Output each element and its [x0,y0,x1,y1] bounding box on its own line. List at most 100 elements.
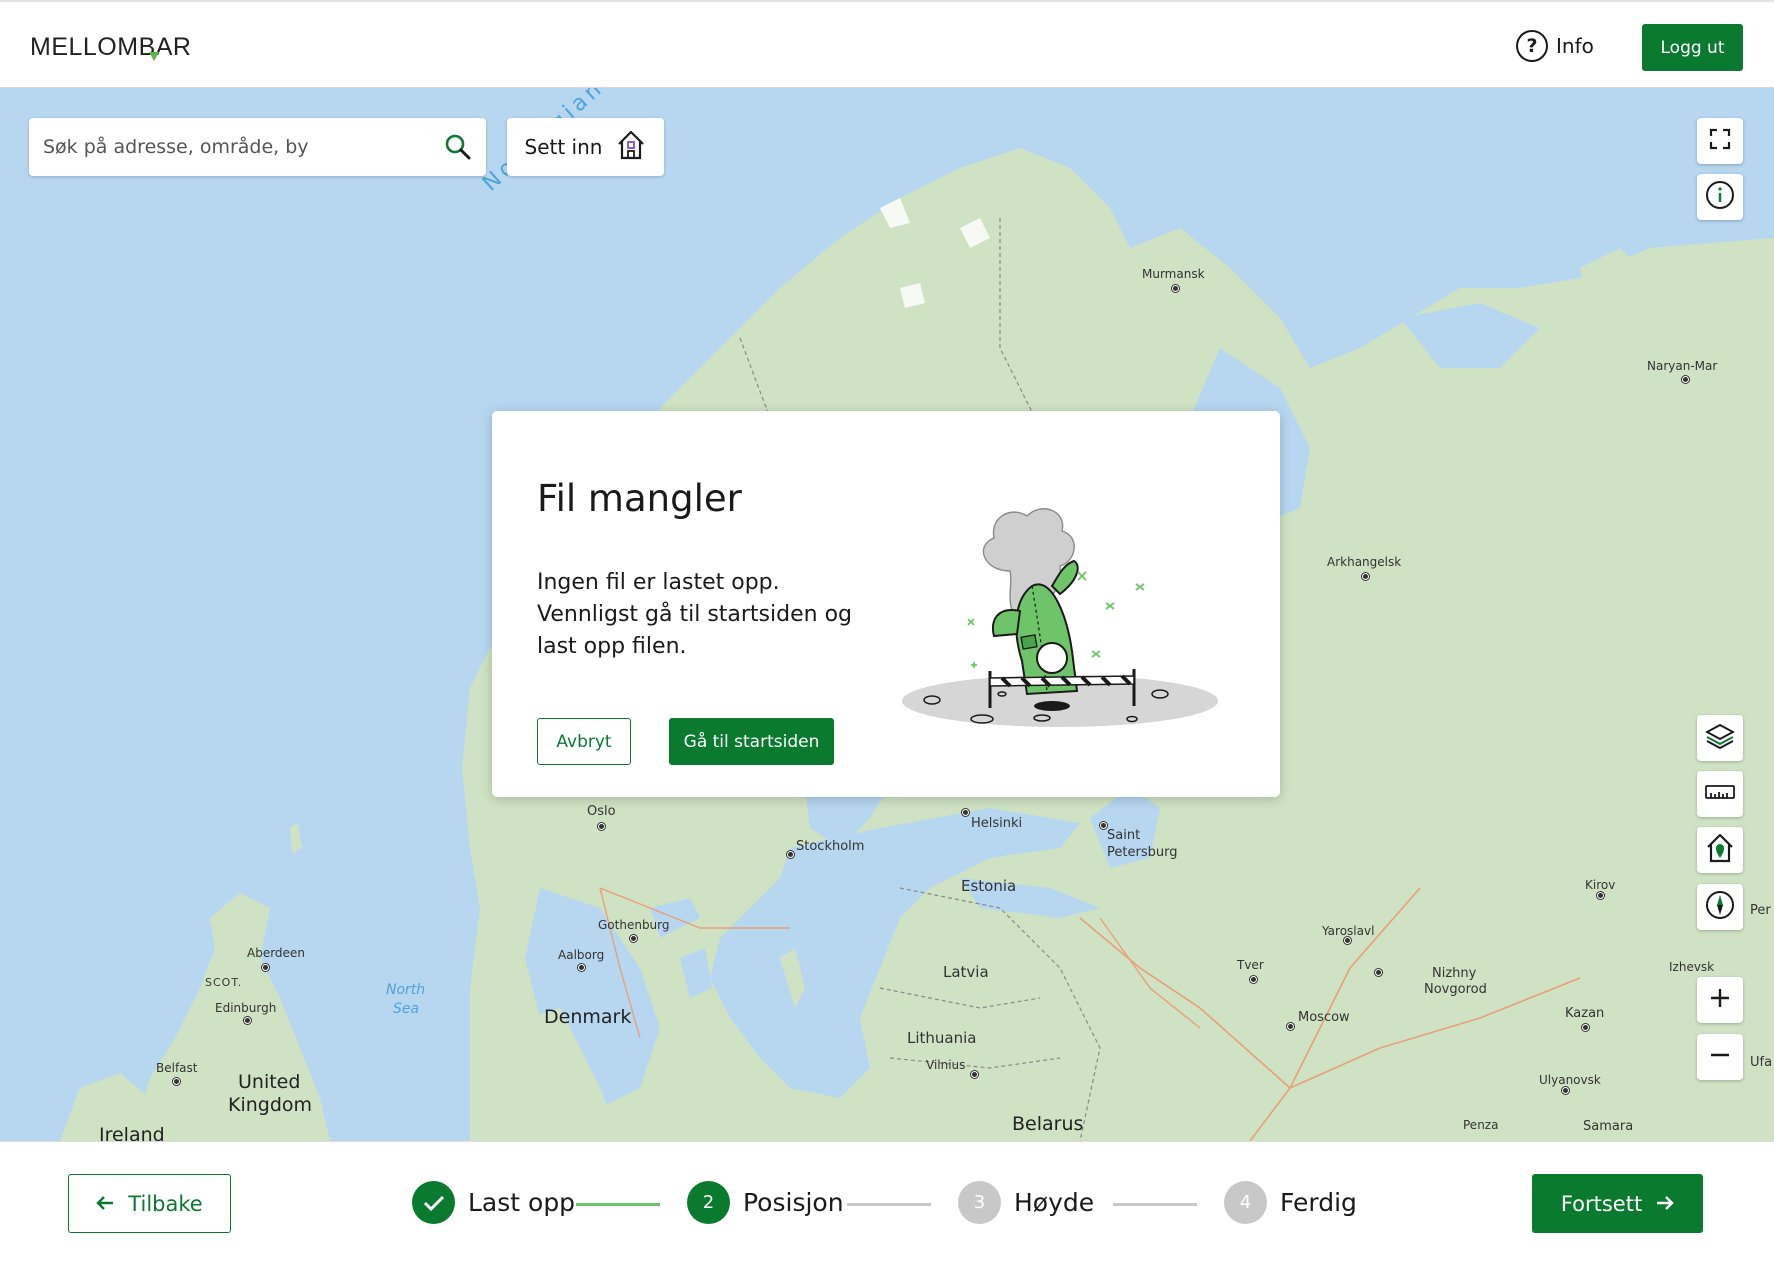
city-dot [244,1017,251,1024]
map-label-north-sea-2: Sea [393,1001,420,1017]
map-label-belarus: Belarus [1012,1113,1084,1135]
city-dot [1597,892,1604,899]
city-dot [1582,1024,1589,1031]
crashed-rocket-illustration [902,476,1222,740]
step-connector [847,1203,931,1206]
map-label-petersburg: Petersburg [1107,845,1178,860]
map-label-lithuania: Lithuania [907,1029,977,1047]
fullscreen-button[interactable] [1697,118,1743,164]
step-height: 3 Høyde [958,1181,1094,1224]
zoom-in-button[interactable] [1697,977,1743,1023]
map-label-naryan-mar: Naryan-Mar [1647,359,1718,373]
logo-text: MELLOMBAR [30,33,192,61]
city-dot [1682,376,1689,383]
city-dot [1562,1087,1569,1094]
info-label: Info [1556,34,1594,58]
home-pin-icon [1705,832,1735,868]
step-position: 2 Posisjon [687,1181,844,1224]
back-label: Tilbake [128,1191,203,1216]
fullscreen-icon [1709,128,1731,154]
step-connector [576,1203,660,1206]
map-label-kirov: Kirov [1585,878,1616,892]
dialog-message: Ingen fil er lastet opp. Vennligst gå ti… [537,570,852,659]
city-dot [1362,573,1369,580]
map-label-ulyanovsk: Ulyanovsk [1539,1073,1601,1087]
house-icon [616,129,646,166]
continue-button[interactable]: Fortsett [1532,1174,1703,1233]
step-upload: Last opp [412,1181,575,1224]
step-label: Ferdig [1280,1188,1357,1217]
step-connector [1113,1203,1197,1206]
map-label-edinburgh: Edinburgh [215,1001,277,1015]
city-dot [1344,937,1351,944]
map-label-saint: Saint [1107,828,1141,843]
back-button[interactable]: Tilbake [68,1174,231,1233]
city-dot [1375,969,1382,976]
info-button[interactable]: ? Info [1516,30,1594,62]
city-dot [1100,822,1107,829]
map-label-perm: Per [1750,903,1771,918]
dialog-title: Fil mangler [537,477,742,520]
measure-button[interactable] [1697,771,1743,817]
city-dot [1172,285,1179,292]
map-label-tver: Tver [1237,958,1264,972]
question-icon: ? [1516,30,1548,62]
map-label-samara: Samara [1583,1119,1634,1134]
map-label-latvia: Latvia [943,963,989,981]
home-location-button[interactable] [1697,827,1743,873]
search-icon[interactable] [444,133,472,165]
map-label-penza: Penza [1463,1118,1499,1132]
city-dot [1250,976,1257,983]
step-label: Høyde [1014,1188,1095,1217]
missing-file-dialog: Fil mangler Ingen fil er lastet opp. Ven… [492,411,1280,797]
map-label-kazan: Kazan [1565,1006,1605,1021]
cancel-label: Avbryt [556,731,612,752]
insert-button[interactable]: Sett inn [507,118,664,176]
map-label-oslo: Oslo [587,804,616,819]
map-label-north-sea: North [386,982,426,998]
map-label-yaroslavl: Yaroslavl [1322,924,1375,938]
map-label-ufa: Ufa [1750,1055,1773,1070]
layers-button[interactable] [1697,715,1743,761]
map-label-aberdeen: Aberdeen [247,946,305,960]
layers-icon [1704,722,1736,754]
arrow-left-icon [96,1192,114,1216]
logout-label: Logg ut [1660,37,1725,58]
step-label: Last opp [468,1188,576,1217]
map-label-murmansk: Murmansk [1142,267,1205,281]
city-dot [578,964,585,971]
arrow-right-icon [1656,1192,1674,1216]
cancel-button[interactable]: Avbryt [537,718,631,765]
map-label-estonia: Estonia [961,877,1017,895]
map-label-moscow: Moscow [1298,1010,1350,1025]
info-icon [1705,180,1735,214]
search-input[interactable] [43,136,433,158]
city-dot [262,964,269,971]
step-number: 4 [1224,1181,1267,1224]
logo[interactable]: MELLOMBAR [30,33,191,62]
compass-button[interactable] [1697,884,1743,930]
go-to-start-button[interactable]: Gå til startsiden [669,718,834,765]
step-done: 4 Ferdig [1224,1181,1357,1224]
city-dot [630,935,637,942]
city-dot [1287,1023,1294,1030]
step-number: 2 [687,1181,730,1224]
map-info-button[interactable] [1697,174,1743,220]
map-label-stockholm: Stockholm [796,839,865,854]
app-header: MELLOMBAR ? Info Logg ut [0,0,1774,88]
map-label-aalborg: Aalborg [558,948,605,962]
map-label-united: United [238,1071,301,1093]
logo-accent-icon [149,52,159,61]
search-bar [29,118,486,176]
step-label: Posisjon [743,1188,844,1217]
map-label-gothenburg: Gothenburg [598,918,670,932]
map-label-nizhny: Nizhny [1432,966,1477,981]
zoom-out-button[interactable] [1697,1034,1743,1080]
city-dot [173,1078,180,1085]
map-label-novgorod: Novgorod [1424,982,1487,997]
minus-icon [1710,1045,1730,1069]
map-label-belfast: Belfast [156,1061,198,1075]
map-label-kingdom: Kingdom [228,1094,313,1116]
logout-button[interactable]: Logg ut [1642,24,1743,71]
map-label-scot: SCOT. [205,976,243,989]
